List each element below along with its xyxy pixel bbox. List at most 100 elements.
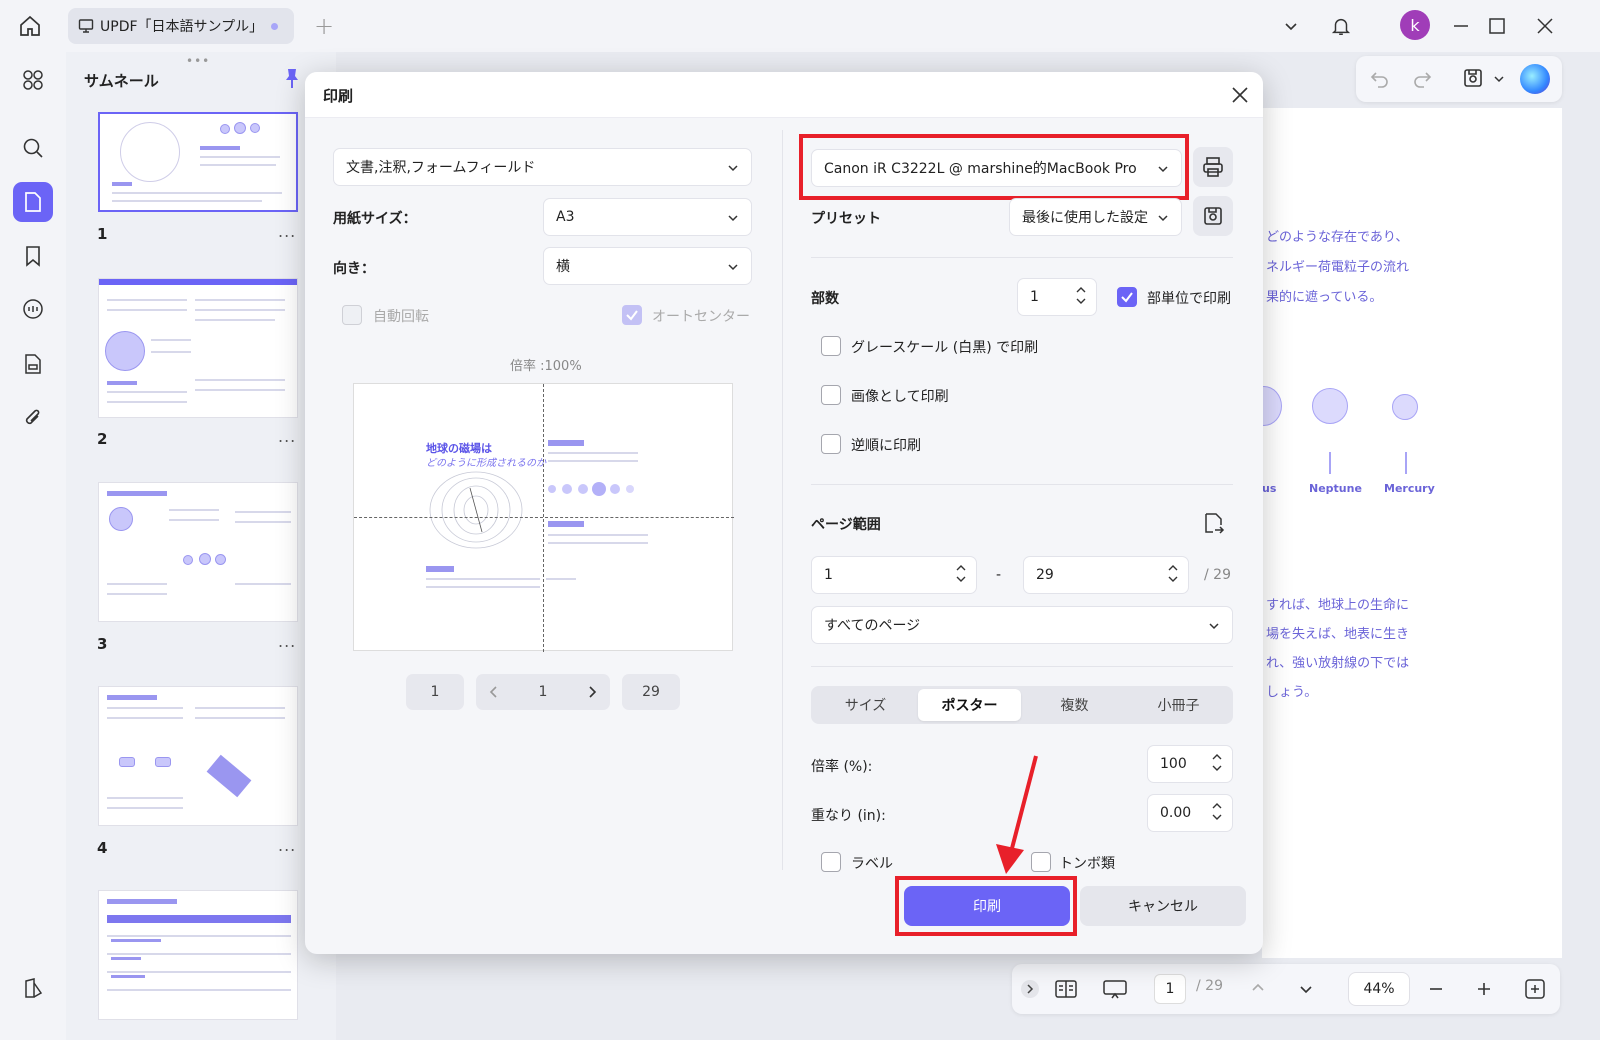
overlap-stepper[interactable]: 0.00 — [1147, 794, 1233, 832]
poster-scale-stepper[interactable]: 100 — [1147, 745, 1233, 783]
print-as-image-checkbox[interactable] — [821, 385, 841, 405]
tab-poster[interactable]: ポスター — [918, 689, 1021, 721]
ai-assistant-icon[interactable] — [1520, 64, 1550, 94]
panel-grip[interactable]: ••• — [186, 54, 210, 68]
preview-current-page[interactable]: 1 — [539, 684, 548, 700]
rail-comments-button[interactable] — [13, 290, 53, 330]
paper-size-select[interactable]: A3 — [543, 198, 752, 236]
page-range-label: ページ範囲 — [811, 517, 881, 533]
dialog-close-button[interactable] — [1229, 84, 1251, 106]
maximize-button[interactable] — [1482, 10, 1512, 42]
print-preview: 地球の磁場は どのように形成されるのか — [353, 383, 734, 652]
unsaved-dot — [271, 23, 278, 30]
range-to-stepper[interactable]: 29 — [1023, 556, 1189, 594]
cancel-button[interactable]: キャンセル — [1080, 886, 1246, 926]
reverse-order-checkbox[interactable] — [821, 434, 841, 454]
preset-value: 最後に使用した設定 — [1022, 210, 1148, 226]
rail-layers-button[interactable] — [13, 968, 53, 1008]
chevron-down-icon[interactable] — [1212, 764, 1222, 772]
first-page-button[interactable]: 1 — [406, 674, 464, 710]
rail-bookmark-button[interactable] — [13, 236, 53, 276]
rail-forms-button[interactable] — [13, 344, 53, 384]
range-total: / 29 — [1204, 567, 1231, 583]
chevron-down-icon[interactable] — [956, 575, 966, 583]
current-page-input[interactable]: 1 — [1154, 974, 1186, 1004]
thumbnail-more-button[interactable]: ... — [278, 632, 296, 651]
fit-page-icon[interactable] — [1524, 978, 1546, 1000]
close-window-button[interactable] — [1530, 10, 1560, 42]
orientation-value: 横 — [556, 259, 570, 275]
two-page-view-icon[interactable] — [1054, 978, 1078, 1000]
minimize-button[interactable] — [1446, 10, 1476, 42]
rail-attachments-button[interactable] — [13, 398, 53, 438]
auto-rotate-checkbox[interactable] — [342, 305, 362, 325]
grayscale-checkbox[interactable] — [821, 336, 841, 356]
print-content-select[interactable]: 文書,注釈,フォームフィールド — [333, 148, 752, 186]
thumbnail-page-3[interactable] — [98, 482, 298, 622]
chevron-up-icon[interactable] — [1076, 286, 1086, 294]
thumbnail-panel-title: サムネール — [84, 72, 159, 90]
page-subset-select[interactable]: すべてのページ — [811, 606, 1233, 644]
thumbnail-page-5[interactable] — [98, 890, 298, 1020]
preset-select[interactable]: 最後に使用した設定 — [1009, 198, 1182, 236]
thumbnail-more-button[interactable]: ... — [278, 427, 296, 446]
notifications-button[interactable] — [1326, 10, 1356, 42]
document-tab[interactable]: UPDF「日本語サンプル」 — [68, 8, 294, 44]
copies-stepper[interactable]: 1 — [1017, 278, 1097, 316]
chevron-down-icon[interactable] — [1168, 575, 1178, 583]
overlap-value: 0.00 — [1160, 805, 1192, 821]
chevron-up-icon[interactable] — [1212, 753, 1222, 761]
chevron-left-icon[interactable] — [488, 685, 500, 699]
chevron-right-icon[interactable] — [586, 685, 598, 699]
save-preset-button[interactable] — [1193, 196, 1233, 236]
user-avatar[interactable]: k — [1400, 10, 1430, 40]
chevron-up-icon[interactable] — [1168, 564, 1178, 572]
chevron-up-icon[interactable] — [1250, 980, 1266, 996]
thumbnail-page-1[interactable] — [98, 112, 298, 212]
save-icon — [1204, 207, 1222, 225]
presentation-icon[interactable] — [1102, 978, 1128, 1000]
auto-center-checkbox[interactable] — [622, 305, 642, 325]
pin-icon — [286, 69, 298, 88]
thumbnail-page-4[interactable] — [98, 686, 298, 826]
range-from-stepper[interactable]: 1 — [811, 556, 977, 594]
chevron-down-icon[interactable] — [1076, 297, 1086, 305]
chevron-down-icon[interactable] — [1298, 981, 1314, 997]
planet-label: Neptune — [1309, 482, 1362, 495]
thumbnail-page-2[interactable] — [98, 278, 298, 418]
tabs-dropdown-button[interactable] — [1276, 10, 1306, 42]
zoom-out-icon[interactable] — [1428, 981, 1444, 997]
tab-booklet[interactable]: 小冊子 — [1127, 689, 1230, 721]
rail-thumbnails-button[interactable] — [13, 182, 53, 222]
redo-icon[interactable] — [1412, 69, 1432, 89]
chevron-up-icon[interactable] — [1212, 802, 1222, 810]
close-icon — [1537, 18, 1553, 34]
thumbnail-number: 2 — [97, 430, 108, 448]
maximize-icon — [1489, 18, 1505, 34]
chevron-down-icon[interactable] — [1494, 75, 1504, 83]
page-navigator: 1 — [476, 674, 610, 710]
labels-checkbox[interactable] — [821, 852, 841, 872]
chevron-right-icon[interactable] — [1020, 979, 1040, 999]
zoom-level[interactable]: 44% — [1348, 972, 1410, 1006]
pin-button[interactable] — [284, 68, 300, 94]
page-range-swap-icon[interactable] — [1202, 512, 1226, 536]
chevron-down-icon[interactable] — [1212, 813, 1222, 821]
tab-multiple[interactable]: 複数 — [1023, 689, 1126, 721]
new-tab-button[interactable]: + — [310, 12, 338, 40]
orientation-select[interactable]: 横 — [543, 247, 752, 285]
last-page-button[interactable]: 29 — [622, 674, 680, 710]
save-icon[interactable] — [1462, 67, 1484, 89]
zoom-in-icon[interactable] — [1476, 981, 1492, 997]
collate-checkbox[interactable] — [1117, 287, 1137, 307]
printer-properties-button[interactable] — [1193, 147, 1233, 187]
home-button[interactable] — [14, 10, 46, 42]
rail-tools-button[interactable] — [13, 60, 53, 100]
chevron-up-icon[interactable] — [956, 564, 966, 572]
dialog-header: 印刷 — [305, 72, 1263, 118]
thumbnail-more-button[interactable]: ... — [278, 836, 296, 855]
rail-search-button[interactable] — [13, 128, 53, 168]
tab-size[interactable]: サイズ — [814, 689, 917, 721]
thumbnail-more-button[interactable]: ... — [278, 222, 296, 241]
undo-icon[interactable] — [1370, 69, 1390, 89]
